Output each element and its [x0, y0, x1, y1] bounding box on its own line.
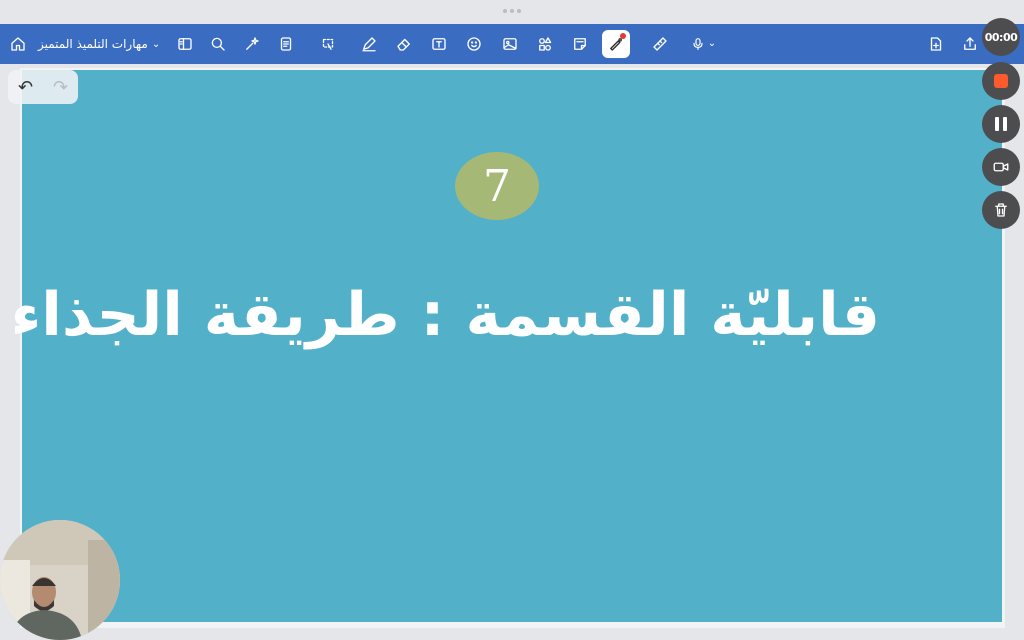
chevron-down-icon: ⌄: [151, 38, 161, 50]
video-camera-icon: [993, 162, 1009, 172]
text-box-icon[interactable]: [425, 30, 453, 58]
pen-icon[interactable]: [355, 30, 383, 58]
pause-icon: [995, 117, 1007, 131]
sticky-note-icon[interactable]: [566, 30, 594, 58]
eraser-icon[interactable]: [390, 30, 418, 58]
document-icon[interactable]: [272, 30, 300, 58]
lasso-icon[interactable]: [314, 30, 342, 58]
laser-dot-icon: [620, 33, 626, 39]
share-icon[interactable]: [956, 30, 984, 58]
microphone-icon[interactable]: ⌄: [684, 30, 722, 58]
home-icon[interactable]: [4, 30, 32, 58]
delete-recording-button[interactable]: [982, 191, 1020, 229]
camera-toggle-button[interactable]: [982, 148, 1020, 186]
undo-icon[interactable]: ↶: [18, 77, 33, 98]
stop-icon: [994, 74, 1008, 88]
document-title: مهارات التلميذ المتميز: [38, 37, 148, 51]
laser-pointer-icon[interactable]: [602, 30, 630, 58]
top-toolbar: مهارات التلميذ المتميز ⌄ ⌄: [0, 24, 1024, 64]
recording-timer: 00:00: [982, 18, 1020, 56]
pause-button[interactable]: [982, 105, 1020, 143]
stop-record-button[interactable]: [982, 62, 1020, 100]
search-icon[interactable]: [204, 30, 232, 58]
webcam-bubble[interactable]: [0, 520, 120, 640]
slide-number-badge: 7: [455, 152, 539, 220]
sidebar-icon[interactable]: [171, 30, 199, 58]
sticker-icon[interactable]: [460, 30, 488, 58]
slide-title: قابليّة القسمة : طريقة الجذاء: [10, 280, 880, 350]
undo-redo-panel: ↶ ↷: [8, 70, 78, 104]
trash-icon: [995, 203, 1007, 217]
ruler-icon[interactable]: [646, 30, 674, 58]
window-grabber[interactable]: [502, 9, 522, 13]
presenter-video: [0, 520, 120, 640]
chevron-down-icon: ⌄: [707, 38, 717, 49]
app-window: مهارات التلميذ المتميز ⌄ ⌄ ↶ ↷ 7 قابليّة…: [0, 0, 1024, 640]
add-page-icon[interactable]: [922, 30, 950, 58]
document-title-menu[interactable]: مهارات التلميذ المتميز ⌄: [38, 34, 160, 54]
magic-icon[interactable]: [238, 30, 266, 58]
redo-icon[interactable]: ↷: [53, 77, 68, 98]
shapes-icon[interactable]: [531, 30, 559, 58]
image-icon[interactable]: [496, 30, 524, 58]
